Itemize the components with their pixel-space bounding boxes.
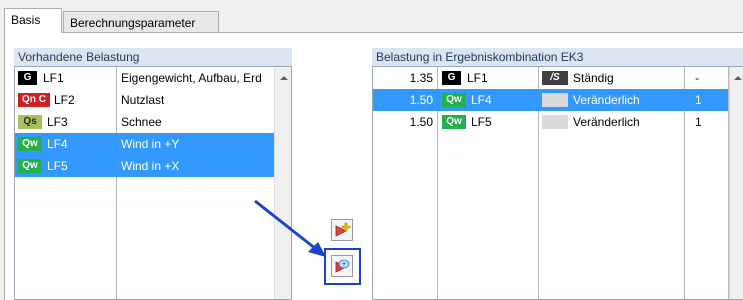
tab-basis[interactable]: Basis bbox=[4, 8, 62, 33]
load-type-badge: Qw bbox=[18, 159, 42, 173]
load-type-badge: Qw bbox=[442, 93, 466, 107]
add-load-case-icon bbox=[335, 222, 351, 237]
list-item[interactable]: Qw LF4 Wind in +Y bbox=[15, 133, 274, 155]
list-item[interactable]: Qs LF3 Schnee bbox=[15, 111, 274, 133]
left-panel-header: Vorhandene Belastung bbox=[14, 48, 292, 66]
load-case-id: LF1 bbox=[467, 71, 488, 85]
tab-label: Basis bbox=[11, 13, 41, 27]
duration-cell: Veränderlich bbox=[573, 115, 640, 129]
load-type-badge: Qs bbox=[18, 115, 42, 129]
load-case-id: LF5 bbox=[471, 115, 492, 129]
load-case-id: LF4 bbox=[47, 137, 68, 151]
table-row[interactable]: 1.50 Qw LF4 Veränderlich 1 bbox=[373, 89, 728, 111]
group-cell: 1 bbox=[695, 93, 702, 107]
permanent-icon: /S bbox=[542, 71, 568, 85]
combination-loads-table[interactable]: 1.35 G LF1 /S Ständig - 1.50 Qw LF4 Verä… bbox=[372, 66, 743, 300]
list-item[interactable]: G LF1 Eigengewicht, Aufbau, Erd bbox=[15, 67, 274, 89]
scroll-up-icon[interactable] bbox=[280, 76, 288, 80]
load-case-id: LF5 bbox=[47, 159, 68, 173]
load-case-description: Nutzlast bbox=[121, 93, 165, 107]
tab-label: Berechnungsparameter bbox=[70, 16, 196, 30]
scrollbar[interactable] bbox=[729, 67, 743, 299]
load-case-id: LF3 bbox=[47, 115, 68, 129]
duration-cell: Veränderlich bbox=[573, 93, 640, 107]
left-panel-title: Vorhandene Belastung bbox=[18, 50, 140, 64]
factor-cell: 1.35 bbox=[409, 71, 433, 85]
scroll-up-icon[interactable] bbox=[734, 76, 742, 80]
tab-berechnungsparameter[interactable]: Berechnungsparameter bbox=[63, 11, 219, 33]
variable-icon bbox=[542, 115, 568, 129]
factor-cell: 1.50 bbox=[409, 115, 433, 129]
load-case-description: Eigengewicht, Aufbau, Erd bbox=[121, 71, 262, 85]
svg-text:+: + bbox=[341, 261, 346, 268]
list-item[interactable]: Qn C LF2 Nutzlast bbox=[15, 89, 274, 111]
load-case-id: LF1 bbox=[43, 71, 64, 85]
group-cell: 1 bbox=[695, 115, 702, 129]
load-type-badge: G bbox=[18, 71, 37, 85]
load-case-id: LF2 bbox=[54, 93, 75, 107]
load-type-badge: Qw bbox=[18, 137, 42, 151]
duration-cell: Ständig bbox=[573, 71, 614, 85]
group-cell: - bbox=[695, 71, 699, 85]
table-row[interactable]: 1.35 G LF1 /S Ständig - bbox=[373, 67, 728, 89]
right-panel-header: Belastung in Ergebniskombination EK3 bbox=[372, 48, 743, 66]
load-type-badge: G bbox=[442, 71, 461, 85]
existing-loads-list[interactable]: G LF1 Eigengewicht, Aufbau, Erd Qn C LF2… bbox=[14, 66, 292, 300]
factor-cell: 1.50 bbox=[409, 93, 433, 107]
load-case-description: Wind in +X bbox=[121, 159, 180, 173]
load-case-id: LF4 bbox=[471, 93, 492, 107]
pointer-arrow-icon bbox=[254, 199, 326, 257]
load-case-description: Schnee bbox=[121, 115, 162, 129]
variable-icon bbox=[542, 93, 568, 107]
right-panel-title: Belastung in Ergebniskombination EK3 bbox=[376, 50, 584, 64]
scrollbar[interactable] bbox=[274, 67, 291, 299]
load-case-description: Wind in +Y bbox=[121, 137, 180, 151]
load-type-badge: Qn C bbox=[18, 93, 50, 107]
load-type-badge: Qw bbox=[442, 115, 466, 129]
table-row[interactable]: 1.50 Qw LF5 Veränderlich 1 bbox=[373, 111, 728, 133]
add-with-factor-icon: + bbox=[335, 259, 350, 273]
list-item[interactable]: Qw LF5 Wind in +X bbox=[15, 155, 274, 177]
add-with-factor-button[interactable]: + bbox=[331, 255, 353, 277]
add-load-case-button[interactable] bbox=[331, 219, 353, 241]
